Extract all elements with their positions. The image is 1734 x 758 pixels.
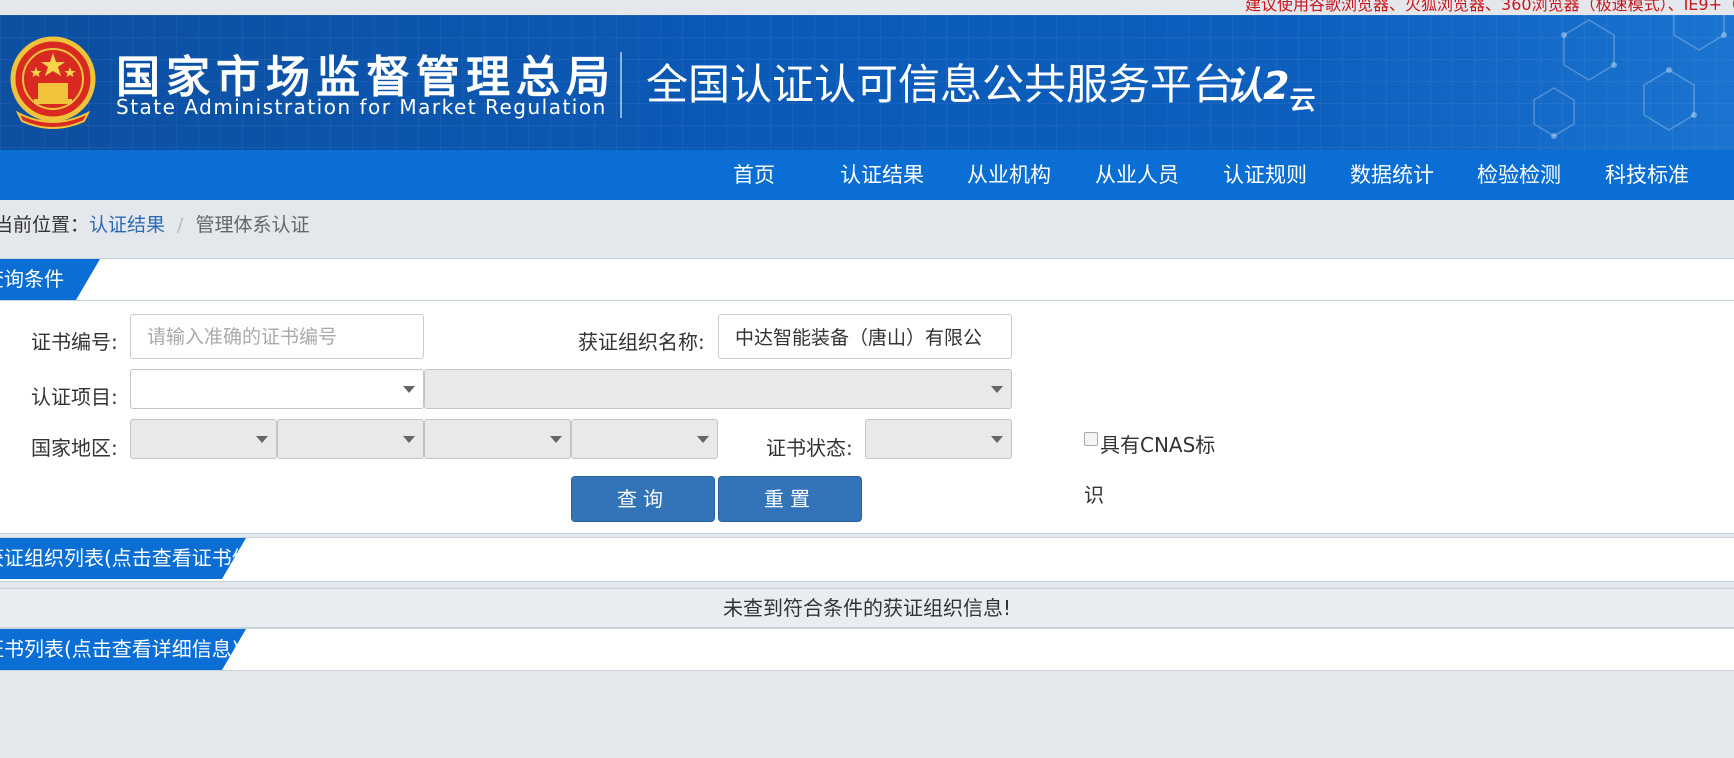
chevron-down-icon — [403, 436, 415, 443]
sub-project-select[interactable] — [424, 369, 1012, 409]
cert-status-select[interactable] — [865, 419, 1012, 459]
browser-notice: 建议使用谷歌浏览器、火狐浏览器、360浏览器（极速模式）、IE9+（非 — [1245, 0, 1734, 14]
nav-personnel[interactable]: 从业人员 — [1095, 150, 1179, 200]
org-name-input[interactable] — [718, 314, 1012, 359]
org-list-panel: 获证组织列表(点击查看证书信息) — [0, 537, 1734, 582]
site-header: 国家市场监督管理总局 State Administration for Mark… — [0, 15, 1734, 150]
browser-notice-bar: 建议使用谷歌浏览器、火狐浏览器、360浏览器（极速模式）、IE9+（非 — [0, 0, 1734, 15]
cert-list-title: 证书列表(点击查看详细信息) — [0, 629, 246, 670]
cert-list-panel: 证书列表(点击查看详细信息) — [0, 628, 1734, 671]
project-label: 认证项目: — [31, 385, 118, 409]
region-label: 国家地区: — [31, 436, 118, 460]
chevron-down-icon — [256, 436, 268, 443]
breadcrumb-link-results[interactable]: 认证结果 — [89, 214, 165, 236]
breadcrumb-label: 当前位置： — [0, 214, 90, 236]
org-list-empty-message: 未查到符合条件的获证组织信息! — [0, 588, 1734, 628]
nav-home[interactable]: 首页 — [733, 150, 775, 200]
cert-no-label: 证书编号: — [31, 330, 118, 354]
org-name-en: State Administration for Market Regulati… — [116, 95, 607, 119]
chevron-down-icon — [991, 436, 1003, 443]
search-button[interactable]: 查询 — [571, 476, 715, 522]
main-navbar: 首页 认证结果 从业机构 从业人员 认证规则 数据统计 检验检测 科技标准 — [0, 150, 1734, 200]
breadcrumb-separator: / — [177, 214, 184, 236]
chevron-down-icon — [550, 436, 562, 443]
chevron-down-icon — [991, 386, 1003, 393]
nav-cert-results[interactable]: 认证结果 — [840, 150, 924, 200]
breadcrumb-current: 管理体系认证 — [195, 214, 310, 236]
hexagon-decoration — [1533, 15, 1727, 139]
query-panel-title: 查询条件 — [0, 259, 100, 300]
nav-institutions[interactable]: 从业机构 — [967, 150, 1051, 200]
chevron-down-icon — [403, 386, 415, 393]
org-name-label: 获证组织名称: — [578, 330, 705, 354]
province-select[interactable] — [277, 419, 424, 459]
city-select[interactable] — [424, 419, 571, 459]
query-panel-header: 查询条件 — [0, 259, 1734, 301]
nav-standards[interactable]: 科技标准 — [1605, 150, 1689, 200]
platform-title: 全国认证认可信息公共服务平台 — [646, 60, 1235, 109]
cnas-label-wrap: 识 — [1084, 483, 1104, 507]
cnas-label: 具有CNAS标 — [1100, 433, 1216, 457]
reset-button[interactable]: 重置 — [718, 476, 862, 522]
breadcrumb: 当前位置：认证结果 / 管理体系认证 — [0, 210, 309, 237]
national-emblem-icon — [10, 36, 96, 129]
header-divider — [620, 52, 622, 118]
nav-statistics[interactable]: 数据统计 — [1350, 150, 1434, 200]
cert-status-label: 证书状态: — [766, 436, 853, 460]
nav-inspection[interactable]: 检验检测 — [1477, 150, 1561, 200]
nav-cert-rules[interactable]: 认证规则 — [1223, 150, 1307, 200]
cert-no-input[interactable] — [130, 314, 424, 359]
rz-logo-sub: 云 — [1289, 86, 1316, 116]
org-list-title: 获证组织列表(点击查看证书信息) — [0, 538, 246, 579]
district-select[interactable] — [571, 419, 718, 459]
cnas-checkbox[interactable] — [1084, 432, 1098, 446]
rz-logo-main: 认2 — [1225, 64, 1290, 108]
project-select[interactable] — [130, 369, 424, 409]
rz-cloud-logo: 认2云 — [1225, 55, 1315, 117]
chevron-down-icon — [697, 436, 709, 443]
country-select[interactable] — [130, 419, 277, 459]
